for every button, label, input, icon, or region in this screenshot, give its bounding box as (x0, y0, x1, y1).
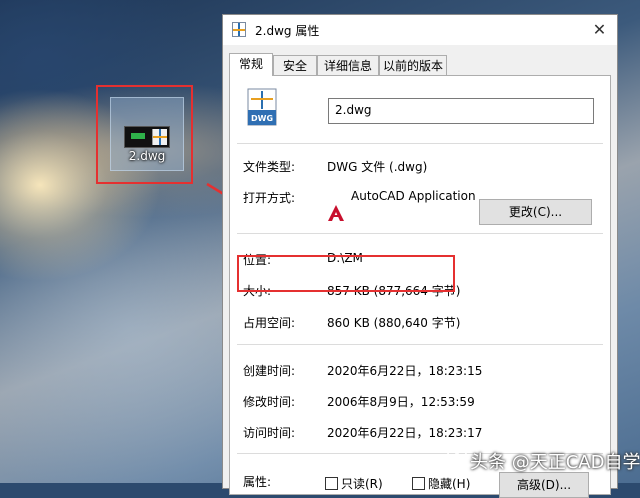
modified-value: 2006年8月9日，12:53:59 (327, 395, 475, 409)
autocad-icon (328, 205, 344, 221)
checkbox-box (412, 477, 425, 490)
divider (237, 233, 603, 234)
dwg-document-icon: DWG (247, 88, 277, 126)
dwg-file-icon (232, 22, 246, 37)
hidden-label: 隐藏(H) (428, 477, 471, 491)
file-type-value: DWG 文件 (.dwg) (327, 160, 428, 174)
checkbox-box (325, 477, 338, 490)
dialog-title: 2.dwg 属性 (255, 24, 320, 38)
tab-general[interactable]: 常规 (229, 53, 273, 76)
properties-dialog: 2.dwg 属性 ✕ 常规 安全 详细信息 以前的版本 DWG 2.dwg 文件… (222, 14, 618, 498)
close-button[interactable]: ✕ (582, 15, 617, 45)
highlight-box-desktop-file (96, 85, 193, 184)
size-on-disk-value: 860 KB (880,640 字节) (327, 316, 461, 330)
dwg-icon-text: DWG (251, 114, 273, 123)
opens-with-value: AutoCAD Application (351, 189, 476, 203)
change-button[interactable]: 更改(C)... (479, 199, 592, 225)
dialog-titlebar[interactable]: 2.dwg 属性 ✕ (223, 15, 617, 45)
watermark-text: 头条 @天正CAD自学 (470, 452, 640, 473)
toutiao-logo-icon (447, 447, 467, 459)
file-type-label: 文件类型: (243, 160, 296, 174)
file-name-input[interactable]: 2.dwg (328, 98, 594, 124)
tab-details[interactable]: 详细信息 (317, 55, 379, 75)
opens-with-label: 打开方式: (243, 191, 296, 205)
hidden-checkbox[interactable]: 隐藏(H) (412, 475, 470, 492)
size-on-disk-label: 占用空间: (243, 316, 296, 330)
readonly-label: 只读(R) (341, 477, 383, 491)
modified-label: 修改时间: (243, 395, 296, 409)
divider (237, 344, 603, 345)
accessed-value: 2020年6月22日，18:23:17 (327, 426, 483, 440)
highlight-box-size (237, 255, 455, 292)
created-label: 创建时间: (243, 364, 296, 378)
accessed-label: 访问时间: (243, 426, 296, 440)
attributes-label: 属性: (243, 475, 272, 489)
readonly-checkbox[interactable]: 只读(R) (325, 475, 383, 492)
created-value: 2020年6月22日，18:23:15 (327, 364, 483, 378)
divider (237, 143, 603, 144)
advanced-button[interactable]: 高级(D)... (499, 472, 589, 498)
tab-security[interactable]: 安全 (273, 55, 317, 75)
tab-previous-versions[interactable]: 以前的版本 (379, 55, 447, 75)
